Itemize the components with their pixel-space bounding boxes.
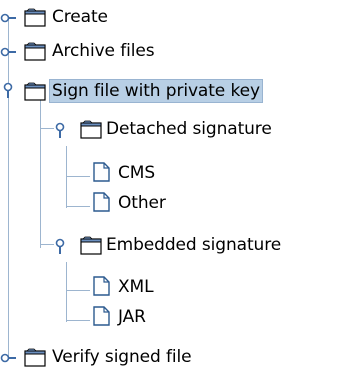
- folder-icon: [24, 348, 46, 367]
- tree-node-label: Verify signed file: [52, 347, 192, 367]
- tree-node-xml[interactable]: XML: [0, 272, 351, 302]
- tree-node-archive-files[interactable]: Archive files: [0, 36, 351, 66]
- handle-collapsed-icon[interactable]: [0, 350, 16, 366]
- tree-node-label: Embedded signature: [106, 235, 282, 255]
- tree-branch-detached: [40, 128, 54, 129]
- folder-icon: [24, 42, 46, 61]
- tree-node-jar[interactable]: JAR: [0, 302, 351, 332]
- folder-icon: [24, 8, 46, 27]
- tree-view[interactable]: Create Archive files Sign file with priv…: [0, 0, 351, 369]
- tree-node-embedded-signature[interactable]: Embedded signature: [0, 230, 351, 260]
- document-icon: [93, 162, 110, 182]
- tree-node-label: XML: [118, 277, 154, 297]
- handle-collapsed-icon[interactable]: [0, 10, 16, 26]
- tree-node-create[interactable]: Create: [0, 2, 351, 32]
- tree-node-label: Create: [52, 7, 108, 27]
- document-icon: [93, 192, 110, 212]
- tree-node-label: JAR: [118, 307, 146, 327]
- handle-expanded-icon[interactable]: [52, 122, 68, 138]
- tree-branch-embedded: [40, 244, 54, 245]
- folder-icon: [80, 120, 102, 139]
- tree-node-label: Sign file with private key: [49, 79, 263, 103]
- tree-node-label: Other: [118, 193, 166, 213]
- folder-icon: [80, 236, 102, 255]
- tree-node-label: Detached signature: [106, 119, 272, 139]
- tree-node-other[interactable]: Other: [0, 188, 351, 218]
- document-icon: [93, 276, 110, 296]
- tree-node-verify-signed-file[interactable]: Verify signed file: [0, 342, 351, 372]
- handle-collapsed-icon[interactable]: [0, 44, 16, 60]
- tree-node-cms[interactable]: CMS: [0, 158, 351, 188]
- folder-icon: [24, 82, 46, 101]
- handle-expanded-icon[interactable]: [0, 82, 16, 98]
- tree-node-label: CMS: [118, 163, 156, 183]
- tree-node-sign-file[interactable]: Sign file with private key: [0, 76, 351, 106]
- handle-expanded-icon[interactable]: [52, 238, 68, 254]
- tree-node-detached-signature[interactable]: Detached signature: [0, 114, 351, 144]
- document-icon: [93, 306, 110, 326]
- tree-node-label: Archive files: [52, 41, 155, 61]
